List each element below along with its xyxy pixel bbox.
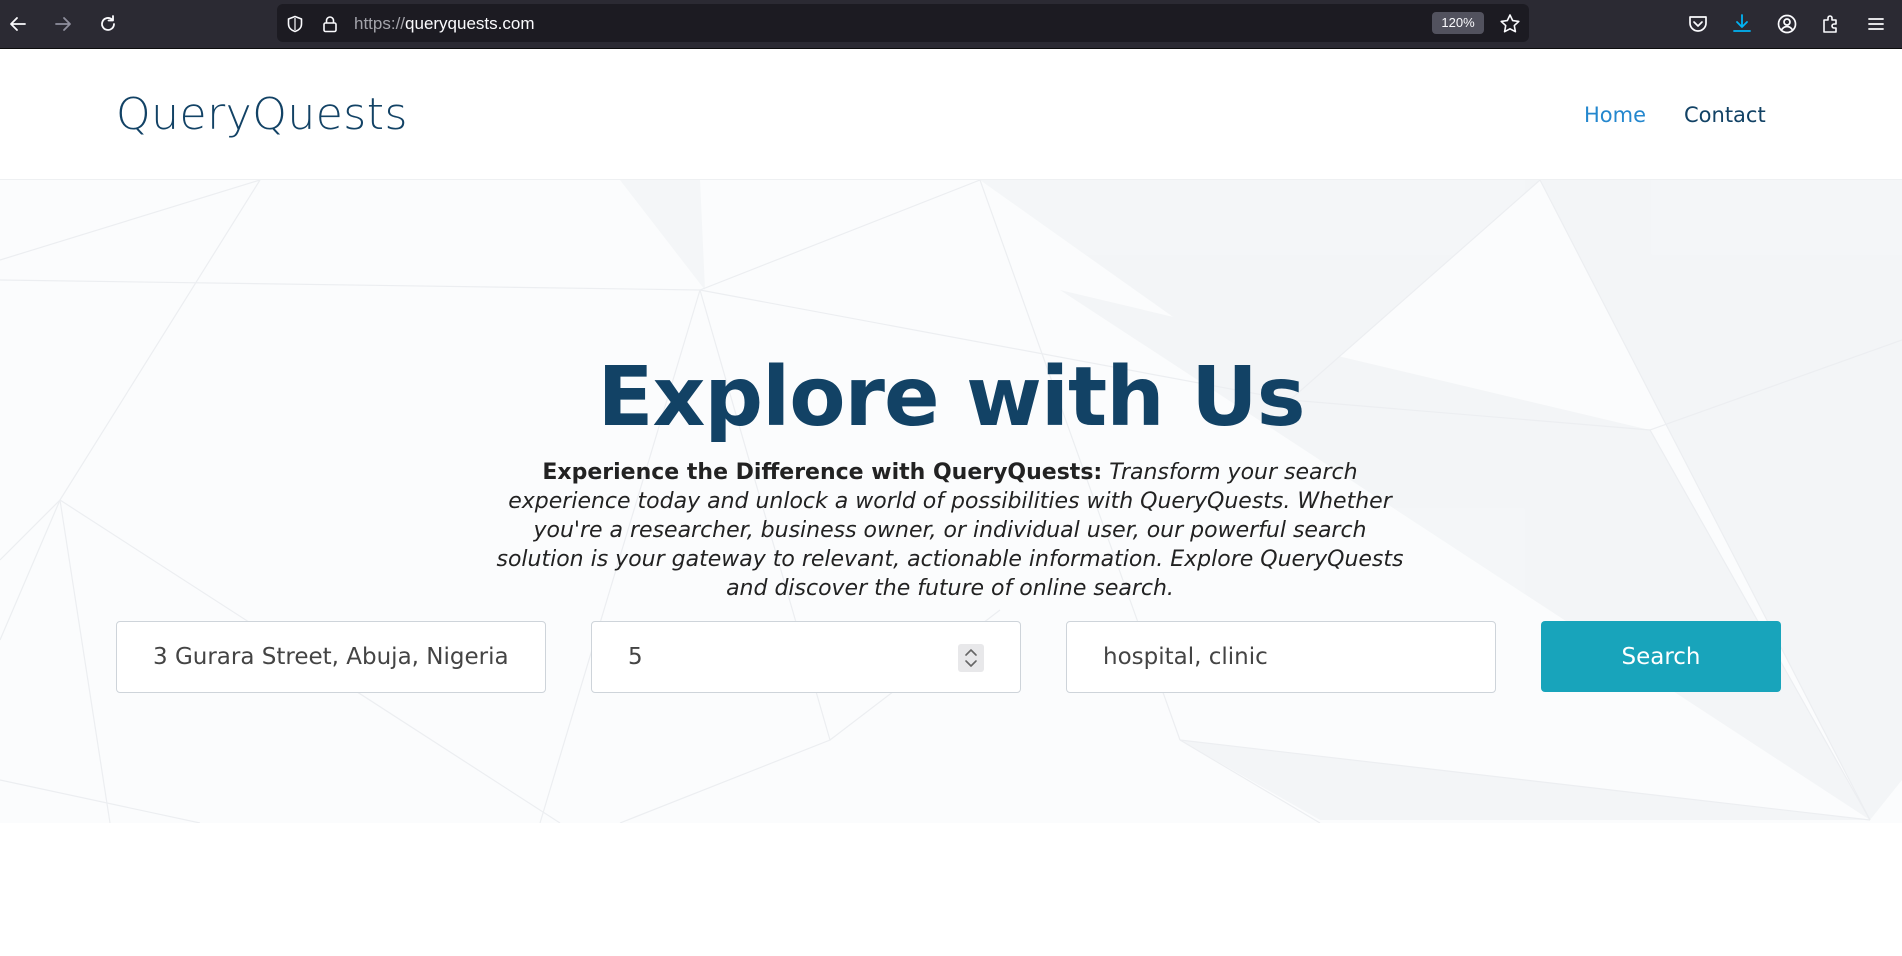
site-header: QueryQuests Home Contact — [0, 49, 1902, 180]
back-icon — [10, 17, 26, 31]
account-icon — [1777, 14, 1797, 34]
star-icon[interactable] — [1499, 13, 1521, 35]
reload-button[interactable] — [92, 8, 124, 40]
number-spinner[interactable] — [958, 644, 984, 672]
downloads-button[interactable] — [1729, 11, 1755, 37]
download-icon — [1733, 14, 1751, 32]
forward-button[interactable] — [47, 8, 79, 40]
menu-icon — [1868, 18, 1884, 30]
url-text[interactable]: https://queryquests.com — [354, 14, 534, 34]
zoom-level-badge[interactable]: 120% — [1432, 12, 1484, 34]
address-input-value: 3 Gurara Street, Abuja, Nigeria — [153, 644, 509, 670]
address-bar[interactable]: https://queryquests.com 120% — [277, 4, 1529, 42]
browser-toolbar: https://queryquests.com 120% — [0, 0, 1902, 49]
account-button[interactable] — [1774, 11, 1800, 37]
place-type-input[interactable]: hospital, clinic — [1066, 621, 1496, 693]
pocket-button[interactable] — [1685, 11, 1711, 37]
extensions-button[interactable] — [1818, 11, 1844, 37]
shield-icon[interactable] — [286, 15, 304, 33]
nav-home-link[interactable]: Home — [1584, 103, 1646, 127]
extensions-icon — [1823, 15, 1837, 33]
hero-section: Explore with Us Experience the Differenc… — [0, 180, 1902, 823]
forward-icon — [55, 17, 71, 31]
pocket-icon — [1689, 16, 1707, 32]
site-logo[interactable]: QueryQuests — [116, 89, 408, 140]
nav-contact-link[interactable]: Contact — [1684, 103, 1766, 127]
lock-icon[interactable] — [321, 15, 339, 33]
hero-title: Explore with Us — [597, 350, 1305, 445]
spinner-arrows-icon — [965, 649, 977, 667]
app-menu-button[interactable] — [1863, 11, 1889, 37]
address-input[interactable]: 3 Gurara Street, Abuja, Nigeria — [116, 621, 546, 693]
radius-number-input[interactable]: 5 — [591, 621, 1021, 693]
search-button[interactable]: Search — [1541, 621, 1781, 692]
reload-icon — [101, 15, 115, 31]
hero-description: Experience the Difference with QueryQues… — [490, 458, 1410, 603]
hero-lead-text: Experience the Difference with QueryQues… — [542, 460, 1103, 485]
place-type-input-value: hospital, clinic — [1103, 644, 1268, 670]
back-button[interactable] — [2, 8, 34, 40]
radius-input-value: 5 — [628, 644, 643, 670]
